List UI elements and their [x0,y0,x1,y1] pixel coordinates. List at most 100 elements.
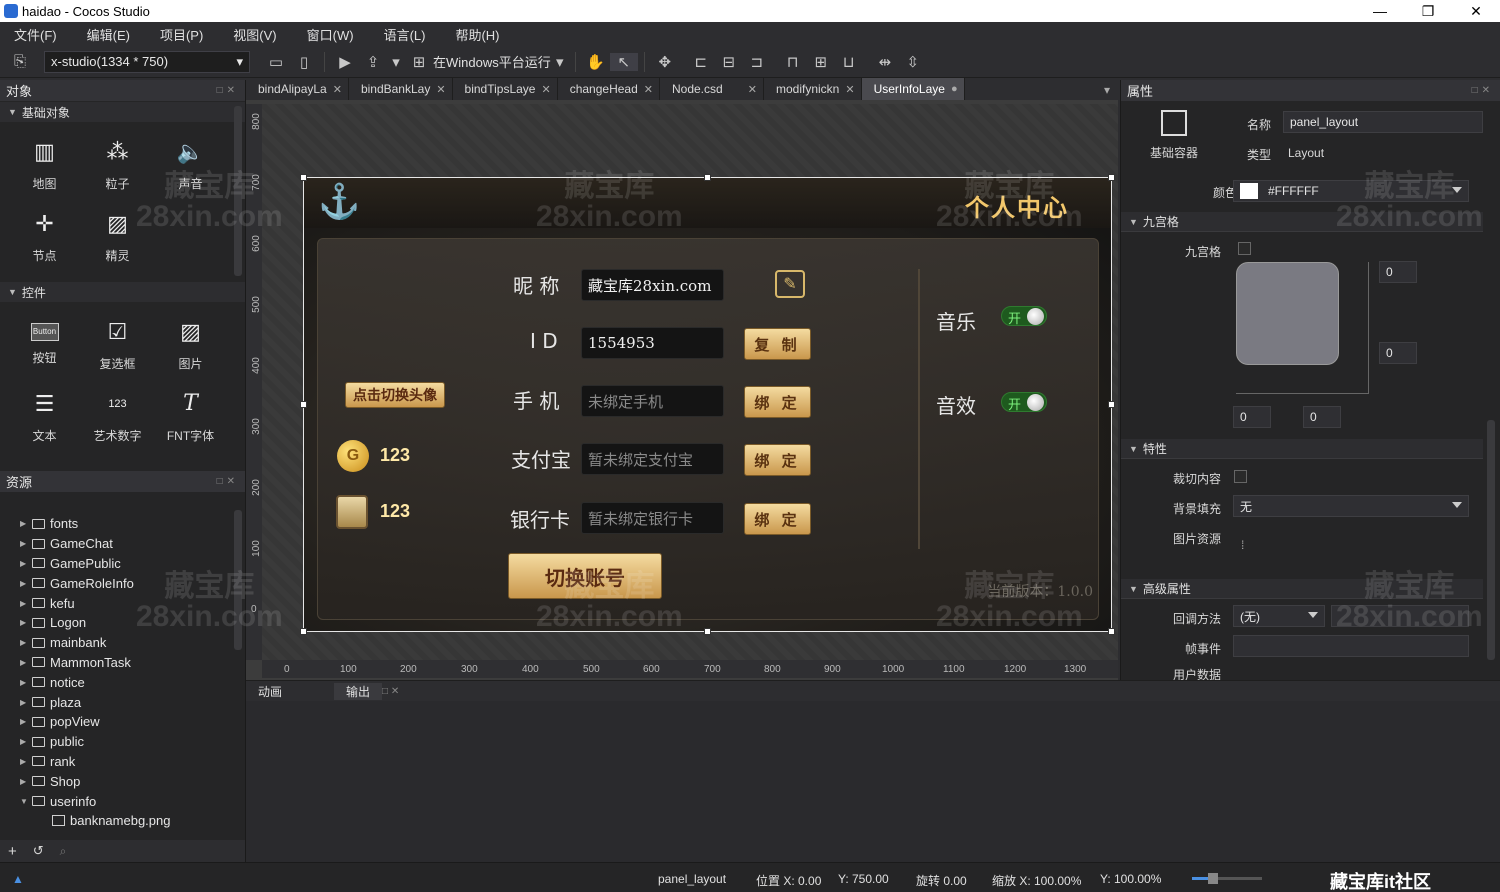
portrait-icon[interactable]: ▯ [290,53,318,71]
pointer-icon[interactable]: ↖ [609,52,638,71]
resources-scrollbar[interactable] [234,510,242,650]
resource-file[interactable]: banknamebg.png [20,811,230,831]
resource-folder[interactable]: ▶ rank [20,752,230,772]
tab-node[interactable]: Node.csd ✕ [659,78,764,100]
resource-folder[interactable]: ▶ Shop [20,771,230,791]
device-icon[interactable]: ⎘ [6,53,34,70]
resize-handle[interactable] [1108,174,1115,181]
image-resource-icon[interactable]: ⁞ [1241,538,1244,552]
tab-output[interactable]: 输出 [334,682,383,700]
resize-handle[interactable] [1108,401,1115,408]
nine-slice-right[interactable]: 0 [1303,406,1341,428]
resize-handle[interactable] [704,628,711,635]
nickname-field[interactable]: 藏宝库28xin.com [581,269,724,301]
resource-folder[interactable]: ▶ Logon [20,613,230,633]
object-node[interactable]: ✛ 节点 [8,200,81,272]
resize-handle[interactable] [300,401,307,408]
menu-project[interactable]: 项目(P) [160,25,203,44]
search-icon[interactable]: ⌕ [60,844,67,859]
feature-section[interactable]: ▼ 特性 [1121,439,1483,459]
control-image[interactable]: ▨ 图片 [154,308,227,380]
menu-view[interactable]: 视图(V) [233,25,276,44]
basic-objects-section[interactable]: ▼ 基础对象 [0,102,245,122]
resize-handle[interactable] [1108,628,1115,635]
edit-icon[interactable]: ✎ [775,270,805,298]
design-canvas[interactable]: ⚓ 个人中心 昵 称 藏宝库28xin.com ✎ I D 1554953 复 … [262,104,1118,660]
switch-account-button[interactable]: 切换账号 [508,553,662,599]
menu-window[interactable]: 窗口(W) [307,25,354,44]
nine-slice-section[interactable]: ▼ 九宫格 [1121,212,1483,232]
control-checkbox[interactable]: ☑ 复选框 [81,308,154,380]
bg-fill-select[interactable]: 无 [1233,495,1469,517]
tab-bindalipay[interactable]: bindAlipayLa ✕ [246,78,349,100]
resource-folder[interactable]: ▶ plaza [20,692,230,712]
publish-dropdown-icon[interactable]: ▾ [387,53,405,71]
clip-checkbox[interactable] [1234,470,1247,483]
callback-name-field[interactable] [1331,605,1469,627]
resource-folder[interactable]: ▶ notice [20,672,230,692]
zoom-slider-thumb[interactable] [1208,873,1218,884]
panel-controls-icon[interactable]: □✕ [1472,85,1494,96]
resource-folder[interactable]: ▶ fonts [20,514,230,534]
menu-edit[interactable]: 编辑(E) [87,25,130,44]
objects-scrollbar[interactable] [234,106,242,276]
tab-userinfo[interactable]: UserInfoLaye ● [861,78,965,100]
run-dropdown-icon[interactable]: ▾ [551,53,569,71]
resolution-select[interactable]: x-studio(1334 * 750) ▾ [44,50,250,73]
resource-folder[interactable]: ▶ GameChat [20,534,230,554]
bind-phone-button[interactable]: 绑 定 [744,386,811,418]
nine-slice-bottom[interactable]: 0 [1379,342,1417,364]
close-icon[interactable]: ✕ [644,83,653,96]
control-button[interactable]: Button 按钮 [8,308,81,380]
align-bottom-icon[interactable]: ⊔ [835,53,863,71]
landscape-icon[interactable]: ▭ [262,53,290,71]
distribute-h-icon[interactable]: ⇹ [871,53,899,71]
color-field[interactable]: #FFFFFF [1233,180,1469,202]
control-art-number[interactable]: 123 艺术数字 [81,380,154,452]
restore-button[interactable]: ❐ [1404,3,1452,20]
frame-event-field[interactable] [1233,635,1469,657]
hand-icon[interactable]: ✋ [582,53,610,71]
control-text[interactable]: ☰ 文本 [8,380,81,452]
minimize-button[interactable]: — [1356,3,1404,20]
object-map[interactable]: ▥ 地图 [8,128,81,200]
align-center-v-icon[interactable]: ⊞ [807,53,835,71]
phone-field[interactable]: 未绑定手机 [581,385,724,417]
id-field[interactable]: 1554953 [581,327,724,359]
warning-icon[interactable]: ▲ [12,872,24,886]
tab-bindbank[interactable]: bindBankLay ✕ [348,78,453,100]
controls-section[interactable]: ▼ 控件 [0,282,245,302]
resource-folder[interactable]: ▶ public [20,732,230,752]
name-field[interactable]: panel_layout [1283,111,1483,133]
tabs-overflow-icon[interactable]: ▾ [1104,83,1110,97]
align-top-icon[interactable]: ⊓ [779,53,807,71]
control-fnt-font[interactable]: T FNT字体 [154,380,227,452]
publish-icon[interactable]: ⇪ [359,53,387,71]
panel-controls-icon[interactable]: □✕ [217,476,239,487]
menu-file[interactable]: 文件(F) [14,25,57,44]
nine-slice-checkbox[interactable] [1238,242,1251,255]
resize-handle[interactable] [704,174,711,181]
align-right-icon[interactable]: ⊐ [743,53,771,71]
resource-folder[interactable]: ▶ GamePublic [20,554,230,574]
resource-folder[interactable]: ▶ kefu [20,593,230,613]
panel-controls-icon[interactable]: □✕ [217,85,239,96]
menu-language[interactable]: 语言(L) [384,25,426,44]
close-icon[interactable]: ✕ [845,83,854,96]
object-particle[interactable]: ⁂ 粒子 [81,128,154,200]
refresh-icon[interactable]: ↺ [33,843,44,859]
panel-controls-icon[interactable]: □ ✕ [382,686,399,697]
sfx-toggle[interactable]: 开 [1001,392,1047,412]
resource-folder[interactable]: ▶ MammonTask [20,653,230,673]
unsaved-dot-icon[interactable]: ● [951,83,958,95]
close-icon[interactable]: ✕ [541,83,550,96]
alipay-field[interactable]: 暂未绑定支付宝 [581,443,724,475]
bind-bankcard-button[interactable]: 绑 定 [744,503,811,535]
close-button[interactable]: ✕ [1452,3,1500,20]
align-left-icon[interactable]: ⊏ [687,53,715,71]
object-sprite[interactable]: ▨ 精灵 [81,200,154,272]
resource-folder[interactable]: ▼ userinfo [20,791,230,811]
zoom-slider[interactable] [1192,873,1262,884]
music-toggle[interactable]: 开 [1001,306,1047,326]
resize-handle[interactable] [300,628,307,635]
